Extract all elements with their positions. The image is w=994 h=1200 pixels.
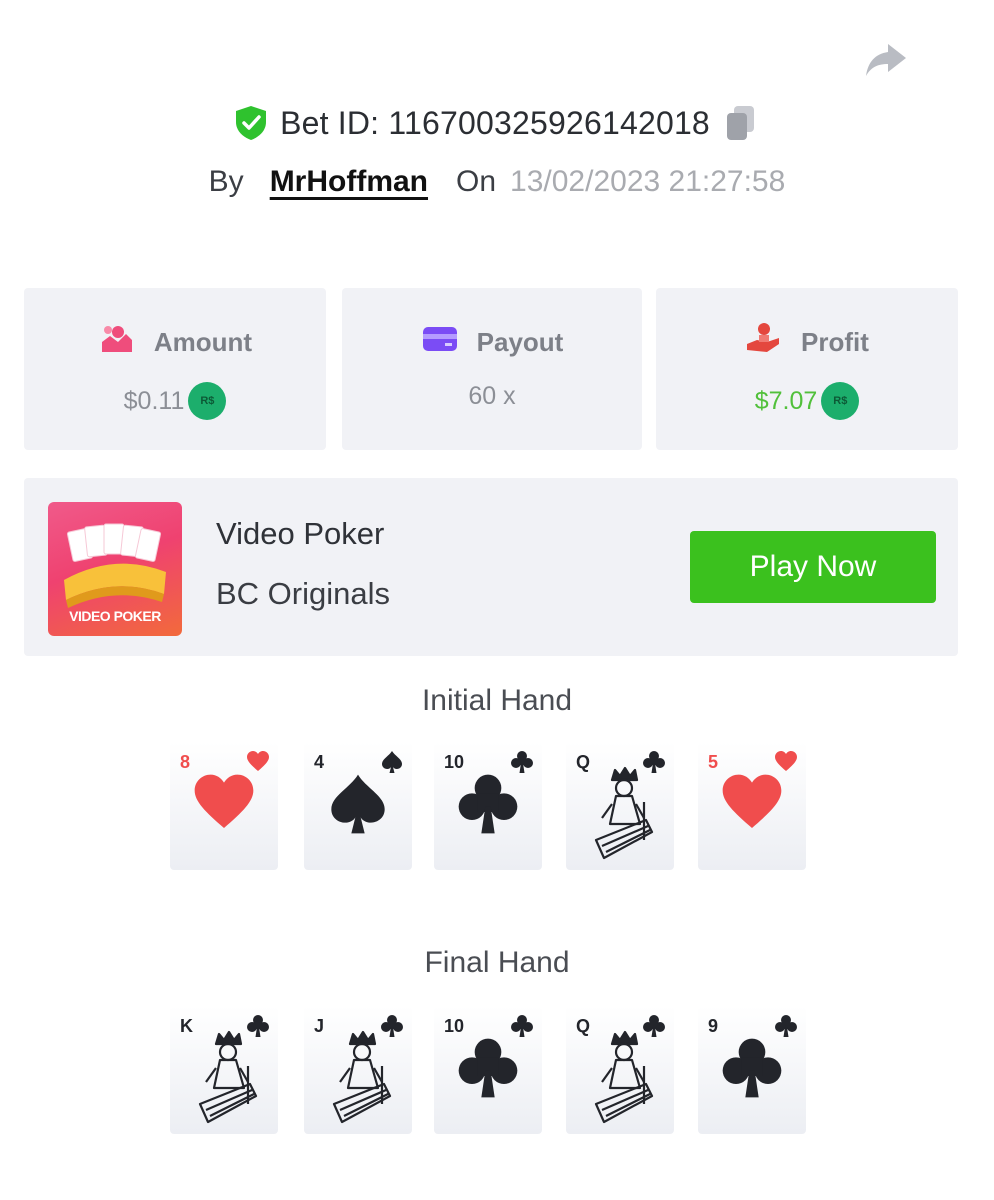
amount-label: Amount — [153, 327, 253, 357]
initial-hand-cards: 8 4 10 Q 5 — [170, 742, 810, 870]
final-hand-card: 9 — [698, 1006, 806, 1134]
card-rank: 10 — [444, 1016, 465, 1036]
card-rank: 8 — [180, 752, 191, 772]
currency-coin-icon: R$ — [188, 382, 227, 420]
clubs-icon — [722, 1038, 782, 1098]
clubs-icon — [511, 751, 533, 773]
final-hand-card: Q — [566, 1006, 674, 1134]
bet-id-row: Bet ID: 116700325926142018 — [0, 100, 994, 146]
face-card-figure-icon — [594, 766, 654, 860]
card-wallet-icon — [421, 322, 459, 363]
initial-hand-card: 10 — [434, 742, 542, 870]
profit-label: Profit — [801, 327, 869, 357]
final-hand-cards: K J 10 Q 9 — [170, 1006, 810, 1134]
currency-coin-icon: R$ — [821, 382, 860, 420]
final-hand-card: K — [170, 1006, 278, 1134]
card-rank: 10 — [444, 752, 465, 772]
initial-hand-card: 5 — [698, 742, 806, 870]
initial-hand-card: 4 — [304, 742, 412, 870]
hearts-icon — [194, 774, 254, 828]
clubs-icon — [458, 1038, 518, 1098]
on-label: On — [456, 165, 497, 198]
hearts-icon — [775, 751, 797, 771]
share-icon[interactable] — [862, 36, 910, 84]
payout-label: Payout — [476, 327, 564, 357]
hearts-icon — [247, 751, 269, 771]
thumbnail-label: VIDEO POKER — [69, 608, 161, 624]
final-hand-title: Final Hand — [424, 946, 570, 979]
game-thumbnail[interactable]: VIDEO POKER — [48, 502, 182, 636]
play-now-button[interactable]: Play Now — [690, 531, 936, 603]
game-provider: BC Originals — [216, 576, 390, 611]
profit-card: Profit $7.07 R$ — [656, 288, 958, 450]
profit-icon — [745, 322, 783, 363]
spades-icon — [331, 774, 385, 834]
spades-icon — [382, 751, 402, 773]
verified-shield-icon — [234, 105, 268, 141]
profit-value: $7.07 — [754, 386, 818, 415]
bet-id-text: Bet ID: 116700325926142018 — [280, 104, 710, 141]
game-info-row: VIDEO POKER Video Poker BC Originals Pla… — [24, 478, 958, 656]
initial-hand-title: Initial Hand — [421, 684, 573, 717]
amount-icon — [98, 322, 136, 363]
payout-value: 60 x — [468, 382, 516, 410]
face-card-figure-icon — [198, 1030, 258, 1124]
face-card-figure-icon — [332, 1030, 392, 1124]
amount-card: Amount $0.11 R$ — [24, 288, 326, 450]
username-link[interactable]: MrHoffman — [270, 165, 428, 199]
card-rank: 5 — [708, 752, 719, 772]
card-rank: 4 — [314, 752, 325, 772]
clubs-icon — [775, 1015, 797, 1037]
final-hand-card: 10 — [434, 1006, 542, 1134]
initial-hand-card: 8 — [170, 742, 278, 870]
author-row: By MrHoffman On 13/02/2023 21:27:58 — [0, 160, 994, 204]
by-label: By — [208, 165, 244, 198]
amount-value: $0.11 — [123, 386, 185, 415]
face-card-figure-icon — [594, 1030, 654, 1124]
clubs-icon — [511, 1015, 533, 1037]
game-name[interactable]: Video Poker — [216, 516, 384, 552]
initial-hand-card: Q — [566, 742, 674, 870]
payout-card: Payout 60 x — [342, 288, 642, 450]
card-rank: 9 — [708, 1016, 719, 1036]
copy-icon[interactable] — [722, 103, 760, 143]
hearts-icon — [722, 774, 782, 828]
bet-datetime: 13/02/2023 21:27:58 — [510, 165, 786, 198]
final-hand-card: J — [304, 1006, 412, 1134]
clubs-icon — [458, 774, 518, 834]
